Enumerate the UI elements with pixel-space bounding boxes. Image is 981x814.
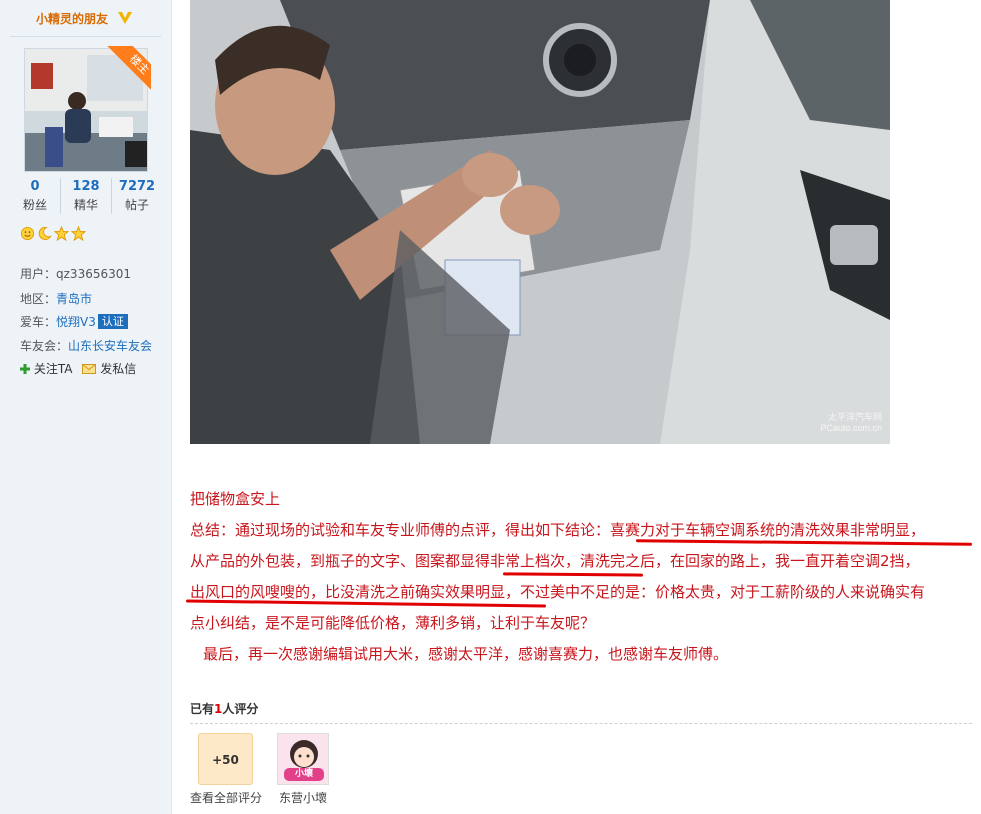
car-link[interactable]: 悦翔V3 [56,315,96,329]
rater-avatar-text: 小壞 [294,769,313,779]
star-icon [54,226,69,241]
follow-button[interactable]: 关注TA [20,360,72,377]
rating-divider [190,723,972,724]
sidebar-divider [10,36,161,37]
info-car: 爱车：悦翔V3 认证 [20,313,128,330]
star-icon [71,226,86,241]
post-line-5: 最后，再一次感谢编辑试用大米，感谢太平洋，感谢喜赛力，也感谢车友师傅。 [203,645,729,663]
post-line-4: 点小纠结，是不是可能降低价格，薄利多销，让利于车友呢？ [190,614,596,632]
auth-badge: 认证 [97,314,128,329]
score-badge[interactable]: +50 [198,733,253,785]
moon-icon [38,226,52,240]
vip-icon [118,12,132,24]
sun-icon [20,226,35,241]
post-photo[interactable]: 太平洋汽车网 PCauto.com.cn [190,0,890,444]
rating-title: 已有1人评分 [190,702,259,716]
info-user: 用户：qz33656301 [20,267,132,281]
user-actions: 关注TA 发私信 [20,360,136,377]
info-region: 地区：青岛市 [20,292,93,306]
stat-posts[interactable]: 7272 帖子 [112,178,162,214]
rater-avatar[interactable]: 小壞 [277,733,329,785]
user-sidebar: 小精灵的朋友 楼主 0 粉丝 128 精华 7272 帖子 用户：qz33656… [0,0,172,814]
envelope-icon [82,364,97,374]
info-club: 车友会：山东长安车友会 [20,339,153,353]
post-body: 把储物盒安上 总结：通过现场的试验和车友专业师傅的点评，得出如下结论：喜赛力对于… [190,484,976,670]
photo-watermark: 太平洋汽车网 PCauto.com.cn [820,412,882,433]
stat-essence[interactable]: 128 精华 [61,178,112,214]
stat-fans[interactable]: 0 粉丝 [10,178,61,214]
rater-name-link[interactable]: 东营小壞 [279,789,327,806]
user-id: qz33656301 [56,267,132,281]
level-icons [20,226,86,241]
user-stats: 0 粉丝 128 精华 7272 帖子 [10,178,162,214]
host-badge: 楼主 [99,46,151,98]
username-link[interactable]: 小精灵的朋友 [36,10,108,27]
plus-icon [20,364,30,374]
photo-caption: 把储物盒安上 [190,490,281,508]
message-button[interactable]: 发私信 [82,360,136,377]
view-all-ratings-link[interactable]: 查看全部评分 [190,789,262,806]
club-link[interactable]: 山东长安车友会 [68,339,152,353]
region-link[interactable]: 青岛市 [56,292,92,306]
